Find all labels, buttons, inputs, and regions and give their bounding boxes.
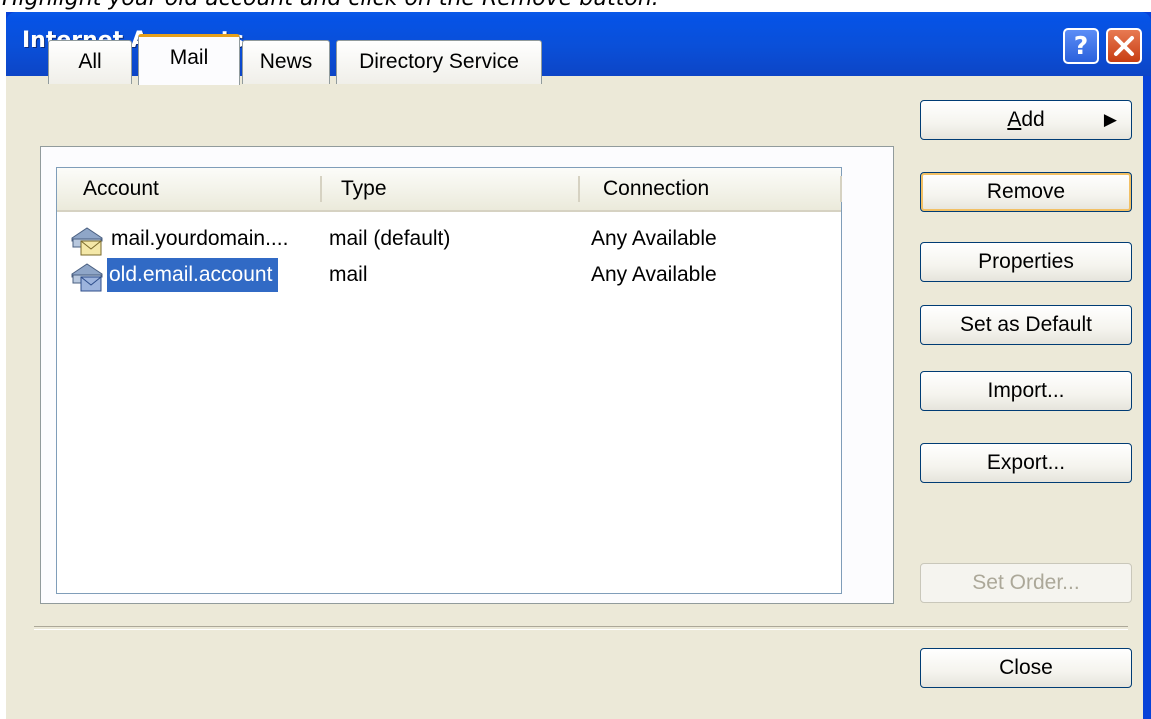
account-type: mail (default) (329, 227, 451, 250)
tab-label: All (78, 50, 102, 73)
list-item[interactable]: mail.yourdomain.... mail (default) Any A… (57, 222, 841, 256)
tab-label: Mail (169, 46, 209, 69)
remove-button[interactable]: Remove (920, 172, 1132, 212)
remove-button-label: Remove (986, 180, 1066, 203)
list-header: Account Type Connection (57, 168, 842, 212)
help-button[interactable]: ? (1063, 28, 1099, 64)
submenu-arrow-icon: ▶ (1103, 110, 1117, 129)
tab-directory-service[interactable]: Directory Service (336, 40, 542, 84)
add-mnemonic: A (1007, 108, 1022, 131)
close-window-button[interactable] (1106, 28, 1142, 64)
mail-account-icon (71, 263, 103, 292)
column-separator (320, 176, 322, 202)
add-button[interactable]: Add ▶ (920, 100, 1132, 140)
accounts-list[interactable]: Account Type Connection mail.yourdomain.… (56, 167, 842, 594)
close-button[interactable]: Close (920, 648, 1132, 688)
tab-label: News (259, 50, 313, 73)
list-item-selected[interactable]: old.email.account mail Any Available (57, 258, 841, 292)
set-order-button: Set Order... (920, 563, 1132, 603)
account-name-selected: old.email.account (107, 258, 279, 292)
account-name: old.email.account (107, 258, 279, 292)
column-header-type[interactable]: Type (329, 168, 579, 210)
set-as-default-button[interactable]: Set as Default (920, 305, 1132, 345)
mail-account-icon (71, 227, 103, 256)
set-as-default-button-label: Set as Default (960, 313, 1092, 336)
column-separator (578, 176, 580, 202)
add-label-rest: dd (1021, 108, 1045, 131)
export-button[interactable]: Export... (920, 443, 1132, 483)
properties-button[interactable]: Properties (920, 242, 1132, 282)
close-button-label: Close (999, 656, 1053, 679)
export-button-label: Export... (986, 451, 1066, 474)
instruction-text: Highlight your old account and click on … (0, 0, 1151, 12)
account-connection: Any Available (591, 263, 717, 286)
close-icon (1114, 36, 1134, 56)
separator-line (34, 626, 1128, 630)
properties-button-label: Properties (978, 250, 1074, 273)
add-button-label: Add (1007, 108, 1044, 131)
question-mark-icon: ? (1073, 31, 1089, 60)
account-name: mail.yourdomain.... (111, 227, 289, 250)
tab-all[interactable]: All (48, 40, 132, 84)
column-header-connection[interactable]: Connection (591, 168, 841, 210)
column-separator (840, 176, 842, 202)
column-header-account[interactable]: Account (71, 168, 321, 210)
tab-mail[interactable]: Mail (138, 34, 240, 85)
tab-label: Directory Service (359, 50, 519, 73)
import-button-label: Import... (987, 379, 1065, 402)
account-type: mail (329, 263, 368, 286)
account-connection: Any Available (591, 227, 717, 250)
import-button[interactable]: Import... (920, 371, 1132, 411)
tab-news[interactable]: News (242, 40, 330, 84)
set-order-button-label: Set Order... (972, 571, 1080, 594)
